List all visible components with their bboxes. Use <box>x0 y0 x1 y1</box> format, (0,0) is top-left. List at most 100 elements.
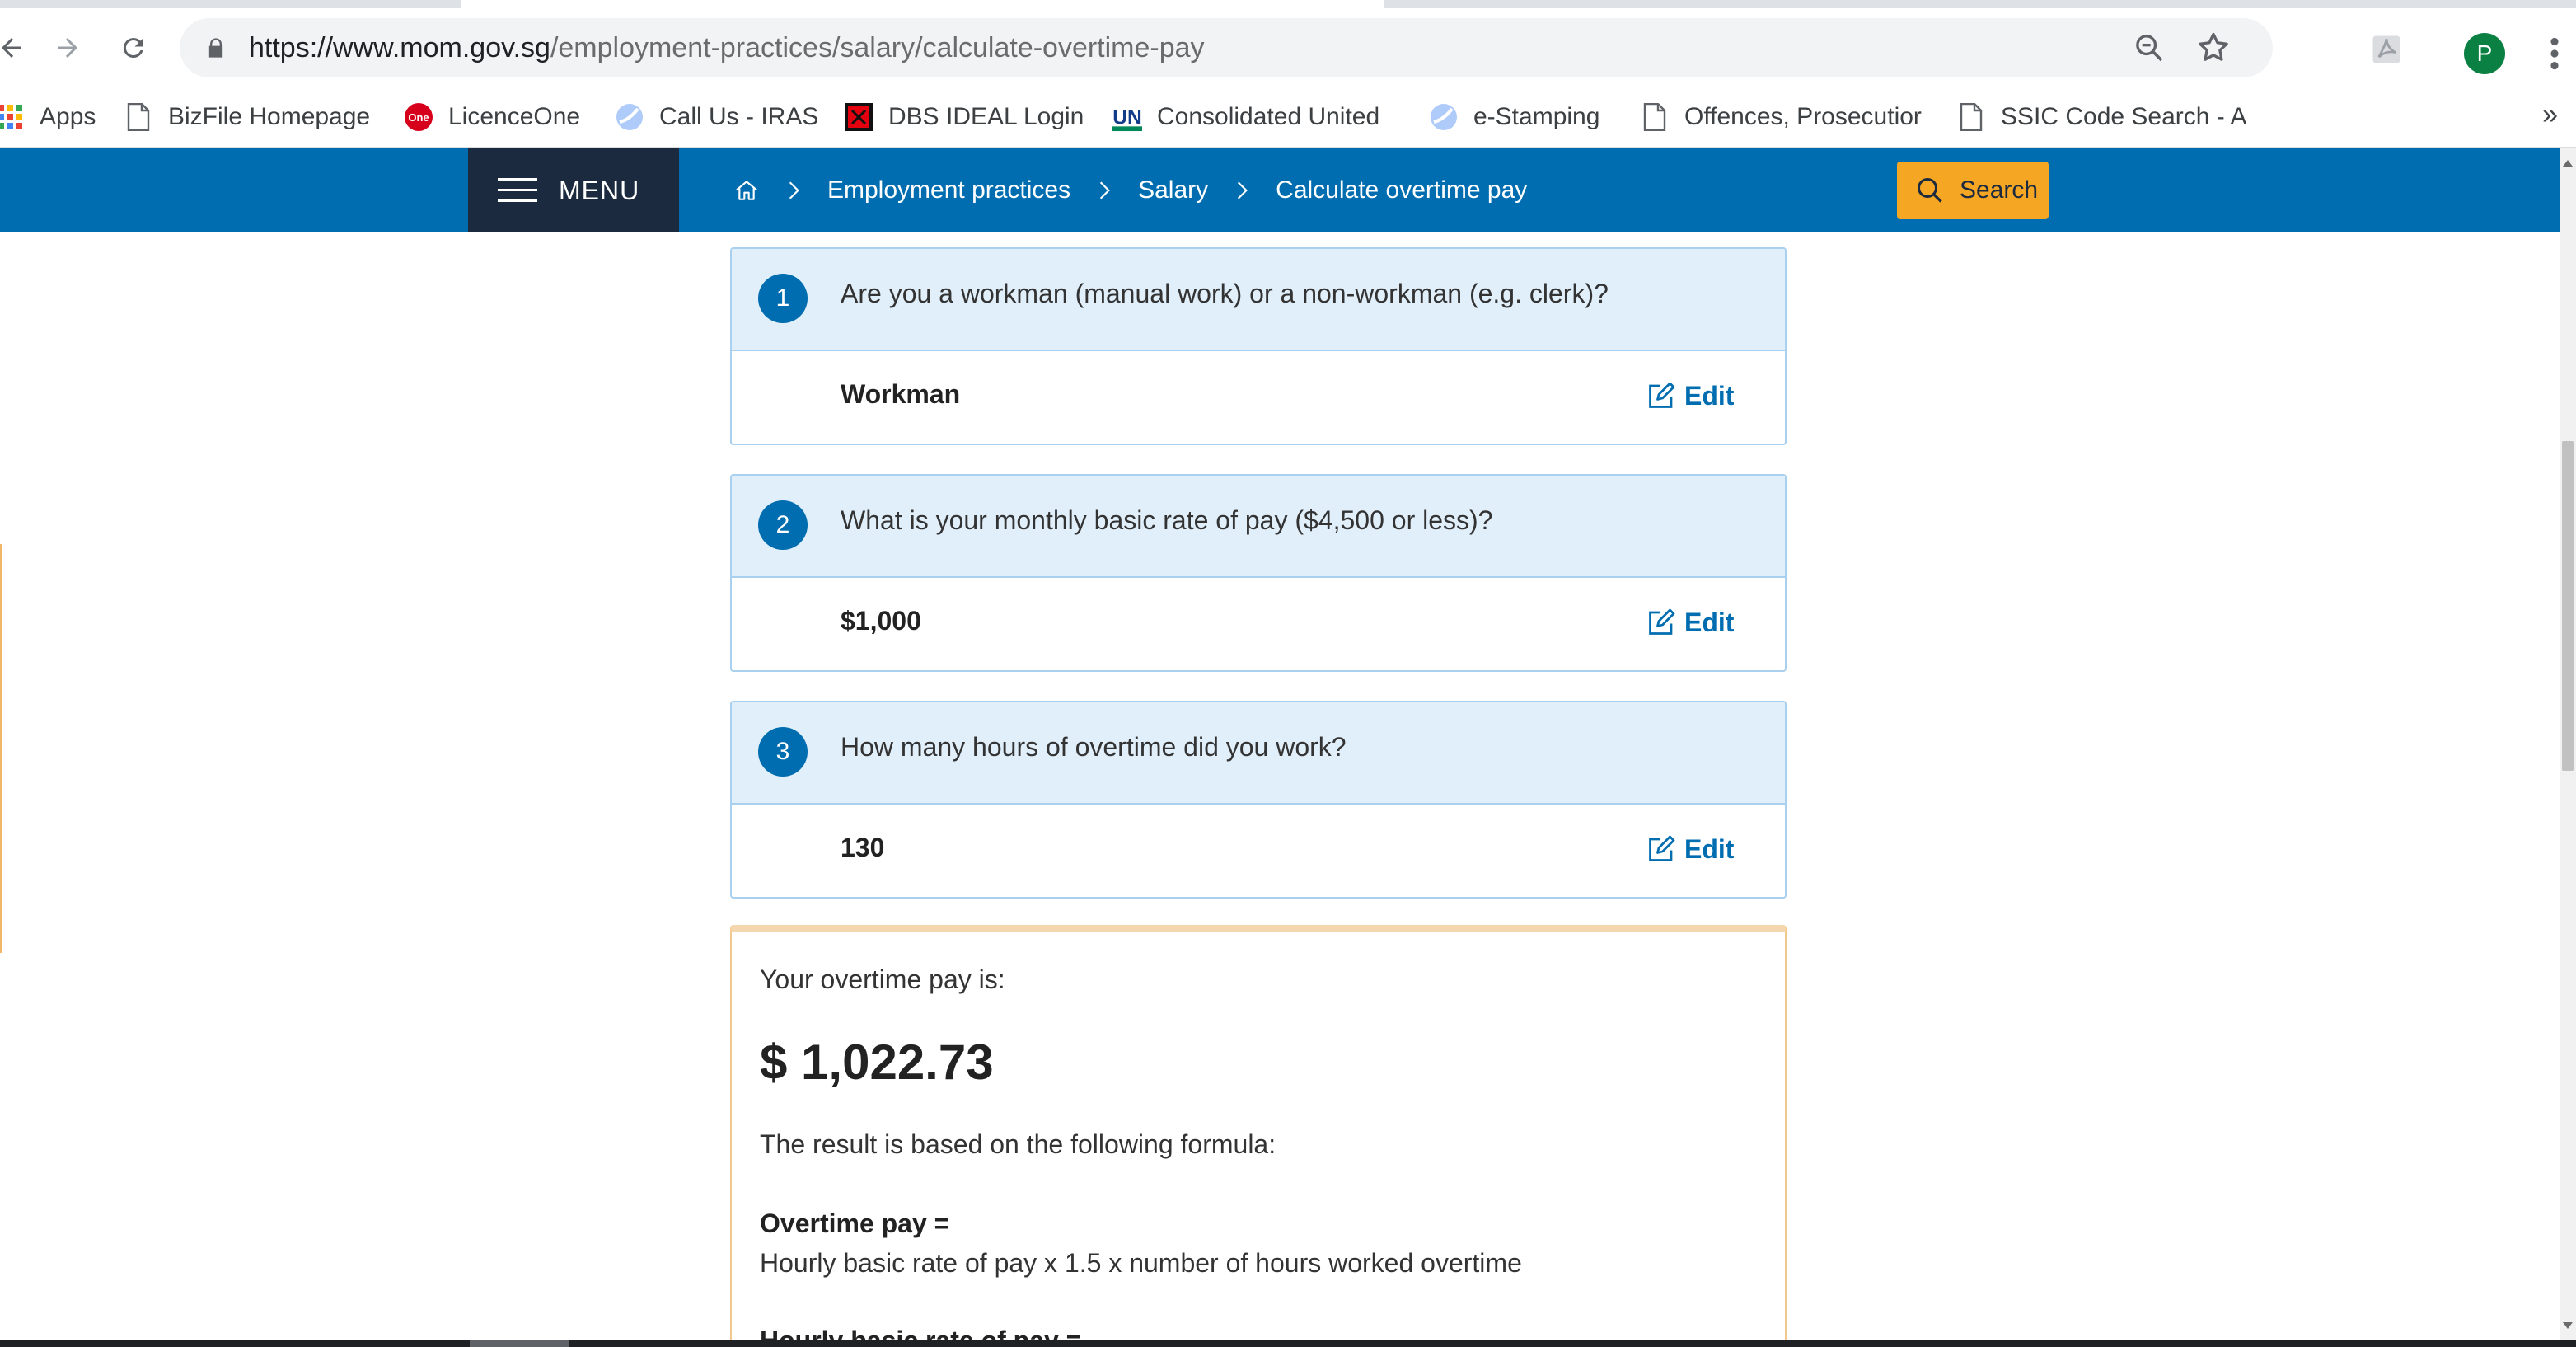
bookmark-label: Apps <box>40 103 96 130</box>
reload-button[interactable] <box>110 25 157 71</box>
step-number: 3 <box>758 727 808 777</box>
bookmark-consolidated[interactable]: UN Consolidated United <box>1112 99 1379 135</box>
answer-value: 130 <box>841 833 885 862</box>
window-bottom-edge <box>0 1340 2576 1347</box>
bookmark-dbs[interactable]: DBS IDEAL Login <box>844 99 1084 135</box>
edit-label: Edit <box>1684 380 1735 411</box>
bookmark-label: Offences, Prosecutior <box>1684 103 1922 130</box>
bookmark-iras[interactable]: Call Us - IRAS <box>615 99 818 135</box>
browser-toolbar: https://www.mom.gov.sg/employment-practi… <box>0 8 2576 87</box>
question-header: 2 What is your monthly basic rate of pay… <box>732 476 1785 578</box>
zoom-icon[interactable] <box>2133 31 2166 64</box>
question-text: What is your monthly basic rate of pay (… <box>841 505 1493 535</box>
bookmark-star-icon[interactable] <box>2195 30 2232 66</box>
dbs-icon <box>844 102 873 132</box>
url-text[interactable]: https://www.mom.gov.sg/employment-practi… <box>249 31 1205 64</box>
bookmark-ssic[interactable]: SSIC Code Search - A <box>1956 99 2246 135</box>
edit-button[interactable]: Edit <box>1646 829 1734 869</box>
tab-strip <box>0 0 2576 8</box>
left-accent-bar <box>0 544 2 953</box>
pdf-extension-icon[interactable] <box>2368 31 2405 68</box>
bookmark-label: DBS IDEAL Login <box>888 103 1084 130</box>
apps-grid-icon <box>0 102 25 132</box>
vertical-scrollbar[interactable] <box>2560 148 2576 1340</box>
result-intro: Your overtime pay is: <box>760 964 1005 994</box>
lock-icon <box>208 38 223 58</box>
result-panel: Your overtime pay is: $ 1,022.73 The res… <box>730 925 1787 1347</box>
more-bookmarks-button[interactable]: » <box>2542 99 2558 131</box>
search-icon <box>1918 178 1942 203</box>
edit-button[interactable]: Edit <box>1646 376 1734 415</box>
licenceone-icon: One <box>404 102 433 132</box>
breadcrumb-salary[interactable]: Salary <box>1138 176 1208 204</box>
formula-body: Hourly basic rate of pay x 1.5 x number … <box>760 1248 1522 1278</box>
question-text: How many hours of overtime did you work? <box>841 732 1347 762</box>
menu-label: MENU <box>559 175 640 205</box>
bookmark-estamping[interactable]: e-Stamping <box>1429 99 1599 135</box>
edit-icon <box>1649 608 1675 635</box>
question-card-3: 3 How many hours of overtime did you wor… <box>730 701 1787 899</box>
search-button[interactable]: Search <box>1897 162 2049 219</box>
bookmark-offences[interactable]: Offences, Prosecutior <box>1640 99 1922 135</box>
site-header: MENU Employment practices Salary Calcula… <box>0 148 2560 232</box>
svg-text:UN: UN <box>1112 107 1142 129</box>
back-arrow-icon <box>2 38 21 58</box>
answer-row: $1,000 Edit <box>732 578 1785 670</box>
edit-icon <box>1649 835 1675 861</box>
bookmark-label: SSIC Code Search - A <box>2001 103 2247 130</box>
edit-icon <box>1649 382 1675 408</box>
breadcrumb: Employment practices Salary Calculate ov… <box>733 148 1527 232</box>
more-menu-icon[interactable] <box>2546 33 2563 74</box>
un-icon: UN <box>1112 102 1142 132</box>
forward-arrow-icon <box>58 38 77 58</box>
question-text: Are you a workman (manual work) or a non… <box>841 279 1609 308</box>
step-number: 2 <box>758 500 808 550</box>
globe-icon <box>615 102 644 132</box>
answer-value: Workman <box>841 379 961 409</box>
answer-value: $1,000 <box>841 606 921 636</box>
question-header: 1 Are you a workman (manual work) or a n… <box>732 249 1785 351</box>
answer-row: 130 Edit <box>732 805 1785 897</box>
chevron-right-icon <box>1100 181 1111 199</box>
back-button[interactable] <box>0 25 35 71</box>
edit-label: Edit <box>1684 607 1735 637</box>
page-icon <box>124 102 153 132</box>
overtime-pay-amount: $ 1,022.73 <box>760 1035 994 1090</box>
bookmarks-bar: Apps BizFile Homepage One LicenceOne Cal… <box>0 87 2576 148</box>
profile-avatar[interactable]: P <box>2464 33 2505 74</box>
scrollbar-thumb[interactable] <box>2562 441 2574 771</box>
reload-icon <box>123 38 143 59</box>
forward-button[interactable] <box>44 25 91 71</box>
edit-button[interactable]: Edit <box>1646 603 1734 642</box>
bookmark-licenceone[interactable]: One LicenceOne <box>404 99 580 135</box>
horizontal-scroll-indicator <box>470 1340 569 1347</box>
breadcrumb-employment-practices[interactable]: Employment practices <box>827 176 1070 204</box>
hamburger-icon <box>498 178 537 202</box>
svg-text:One: One <box>408 111 429 124</box>
scroll-up-arrow[interactable] <box>2563 160 2573 167</box>
home-icon[interactable] <box>733 177 760 204</box>
url-host: https://www.mom.gov.sg <box>249 32 550 63</box>
formula-title: Overtime pay = <box>760 1209 950 1238</box>
page-icon <box>1956 102 1986 132</box>
bookmark-bizfile[interactable]: BizFile Homepage <box>124 99 370 135</box>
menu-button[interactable]: MENU <box>468 148 679 232</box>
chevron-right-icon <box>789 181 799 199</box>
bookmark-label: Call Us - IRAS <box>659 103 819 130</box>
bookmark-apps[interactable]: Apps <box>0 99 96 135</box>
address-bar[interactable]: https://www.mom.gov.sg/employment-practi… <box>180 18 2273 77</box>
scroll-down-arrow[interactable] <box>2563 1322 2573 1329</box>
formula-intro: The result is based on the following for… <box>760 1129 1276 1159</box>
question-card-1: 1 Are you a workman (manual work) or a n… <box>730 247 1787 445</box>
answer-row: Workman Edit <box>732 351 1785 444</box>
search-label: Search <box>1960 176 2039 204</box>
chevron-right-icon <box>1238 181 1248 199</box>
browser-window: https://www.mom.gov.sg/employment-practi… <box>0 0 2576 1347</box>
edit-label: Edit <box>1684 833 1735 864</box>
url-path: /employment-practices/salary/calculate-o… <box>550 32 1205 63</box>
step-number: 1 <box>758 274 808 323</box>
bookmark-label: Consolidated United <box>1157 103 1380 130</box>
breadcrumb-current-page[interactable]: Calculate overtime pay <box>1276 176 1527 204</box>
active-tab[interactable] <box>461 0 1384 8</box>
bookmark-label: BizFile Homepage <box>168 103 371 130</box>
